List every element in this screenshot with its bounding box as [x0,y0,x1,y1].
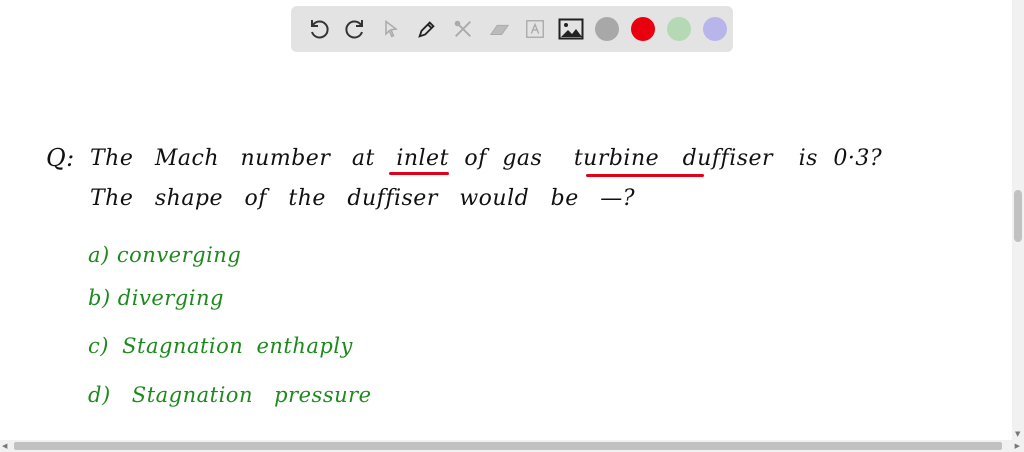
color-swatch [595,17,619,41]
word: The [90,146,134,171]
color-red[interactable] [625,11,661,47]
vertical-scroll-thumb[interactable] [1014,190,1022,242]
word: 0·3? [833,146,883,171]
word: gas [502,146,543,171]
undo-icon [311,20,329,39]
tools-icon [454,20,471,37]
color-purple[interactable] [697,11,733,47]
color-swatch [631,17,655,41]
word: at [351,146,375,171]
highlight-underline-turbine [586,174,704,177]
highlight-underline-inlet [389,172,449,175]
scroll-left-arrow-icon[interactable]: ◀ [2,442,7,450]
question-label: Q: [46,144,75,172]
pen-button[interactable] [409,11,445,47]
image-button[interactable] [553,11,589,47]
select-pointer-icon [385,20,398,38]
color-swatch [667,17,691,41]
option-d: d) Stagnation pressure [88,383,372,407]
question-line-2: The shape of the duffiser would be —? [90,186,636,211]
word: is [798,146,818,171]
horizontal-scrollbar[interactable]: ◀ ▶ [0,440,1024,452]
select-button[interactable] [373,11,409,47]
word: number [240,146,331,171]
vertical-scrollbar[interactable]: ▼ [1012,0,1024,440]
redo-icon [345,20,363,39]
pen-icon [418,21,435,38]
scroll-right-arrow-icon[interactable]: ▶ [1015,442,1020,450]
word: of [464,146,487,171]
drawing-toolbar [291,6,733,52]
eraser-icon [489,24,510,35]
color-swatch [703,17,727,41]
tools-button[interactable] [445,11,481,47]
redo-button[interactable] [337,11,373,47]
color-gray[interactable] [589,11,625,47]
option-c: c) Stagnation enthaply [88,334,353,358]
option-b: b) diverging [88,286,224,310]
eraser-button[interactable] [481,11,517,47]
word: inlet [396,146,449,171]
question-line-1: The Mach number at inlet of gas turbine … [90,146,882,171]
option-a: a) converging [88,243,242,267]
word: duffiser [682,146,774,171]
image-icon [558,18,584,40]
word: turbine [573,146,660,171]
undo-button[interactable] [301,11,337,47]
scroll-down-arrow-icon[interactable]: ▼ [1015,430,1020,438]
horizontal-scroll-thumb[interactable] [14,442,1002,450]
word: Mach [154,146,220,171]
text-box-icon [526,20,544,38]
color-green[interactable] [661,11,697,47]
text-button[interactable] [517,11,553,47]
